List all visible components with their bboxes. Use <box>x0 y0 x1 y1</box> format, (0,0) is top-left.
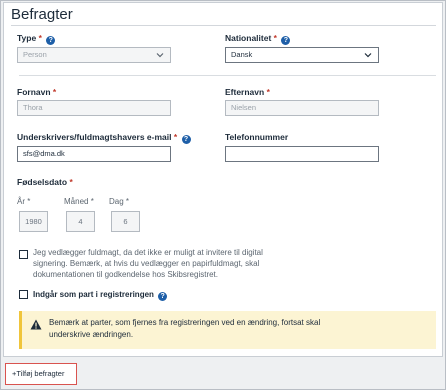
phone-label-text: Telefonnummer <box>225 132 289 142</box>
required-mark: * <box>52 87 57 97</box>
help-icon[interactable]: ? <box>181 135 191 144</box>
last-name-label-text: Efternavn <box>225 87 265 97</box>
type-select[interactable]: Person <box>17 47 171 63</box>
party-label: Indgår som part i registreringen ? <box>33 289 168 301</box>
type-label-text: Type <box>17 33 37 43</box>
phone-field[interactable] <box>225 146 379 162</box>
party-label-text: Indgår som part i registreringen <box>33 290 154 299</box>
power-of-attorney-line: dokumentationen til godkendelse hos Skib… <box>33 270 218 279</box>
required-mark: * <box>27 197 31 206</box>
last-name-label: Efternavn * <box>225 87 270 97</box>
power-of-attorney-checkbox[interactable] <box>19 250 28 259</box>
section-divider <box>19 75 436 76</box>
month-label: Måned * <box>64 197 94 206</box>
help-icon[interactable]: ? <box>281 36 291 45</box>
power-of-attorney-line: signering. Bemærk, at hvis du vedlægger … <box>33 259 260 268</box>
email-field[interactable]: sfs@dma.dk <box>17 146 171 162</box>
day-field[interactable]: 6 <box>111 211 140 232</box>
birthdate-label-text: Fødselsdato <box>17 177 68 187</box>
required-mark: * <box>69 177 73 187</box>
required-mark: * <box>90 197 94 206</box>
warning-text: Bemærk at parter, som fjernes fra regist… <box>49 317 419 340</box>
first-name-label: Fornavn * <box>17 87 56 97</box>
first-name-field[interactable]: Thora <box>17 100 171 116</box>
add-respondent-button[interactable]: +Tilføj befragter <box>5 363 77 385</box>
day-label-text: Dag <box>109 197 124 206</box>
phone-label: Telefonnummer <box>225 132 288 142</box>
type-label: Type * ? <box>17 33 56 45</box>
warning-box: Bemærk at parter, som fjernes fra regist… <box>19 311 436 349</box>
month-field[interactable]: 4 <box>66 211 95 232</box>
page-frame: Befragter Type * ? Person Nationalitet *… <box>0 0 446 390</box>
party-checkbox[interactable] <box>19 290 28 299</box>
nationality-label-text: Nationalitet <box>225 33 272 43</box>
power-of-attorney-text: Jeg vedlægger fuldmagt, da det ikke er m… <box>33 247 263 280</box>
required-mark: * <box>125 197 130 206</box>
required-mark: * <box>173 132 178 142</box>
type-select-value: Person <box>23 50 47 59</box>
help-icon[interactable]: ? <box>158 292 168 301</box>
year-label: År * <box>17 197 30 206</box>
required-mark: * <box>273 33 277 43</box>
email-label-text: Underskrivers/fuldmagtshavers e-mail <box>17 132 172 142</box>
chevron-down-icon <box>364 53 372 58</box>
warning-line: Bemærk at parter, som fjernes fra regist… <box>49 318 321 327</box>
warning-icon <box>30 319 42 330</box>
nationality-select[interactable]: Dansk <box>225 47 379 63</box>
nationality-select-value: Dansk <box>231 50 253 59</box>
year-label-text: År <box>17 197 25 206</box>
chevron-down-icon <box>156 53 164 58</box>
required-mark: * <box>266 87 270 97</box>
title-divider <box>11 25 436 26</box>
birthdate-label: Fødselsdato * <box>17 177 73 187</box>
respondent-panel: Befragter Type * ? Person Nationalitet *… <box>3 2 443 357</box>
help-icon[interactable]: ? <box>46 36 56 45</box>
email-label: Underskrivers/fuldmagtshavers e-mail * ? <box>17 132 191 144</box>
power-of-attorney-line: Jeg vedlægger fuldmagt, da det ikke er m… <box>33 248 263 257</box>
last-name-field[interactable]: Nielsen <box>225 100 379 116</box>
month-label-text: Måned <box>64 197 89 206</box>
day-label: Dag * <box>109 197 129 206</box>
nationality-label: Nationalitet * ? <box>225 33 291 45</box>
year-field[interactable]: 1980 <box>19 211 48 232</box>
warning-line: underskrive ændringen. <box>49 329 134 339</box>
section-title: Befragter <box>11 6 73 23</box>
required-mark: * <box>38 33 42 43</box>
first-name-label-text: Fornavn <box>17 87 51 97</box>
